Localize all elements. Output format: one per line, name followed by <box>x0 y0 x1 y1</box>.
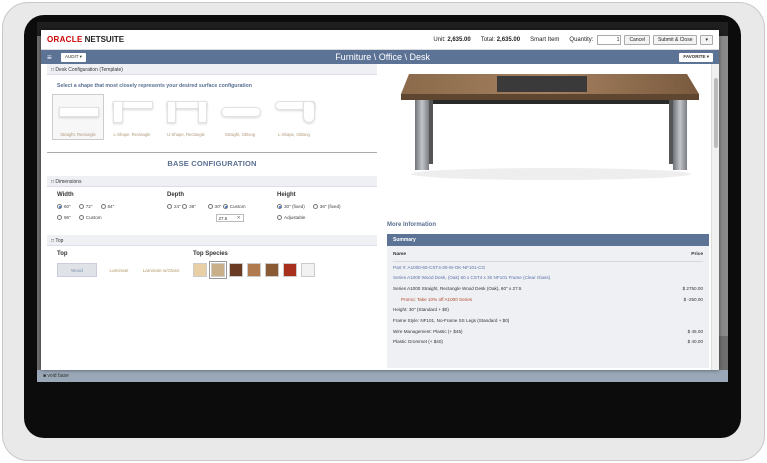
configurator-modal: ORACLE NETSUITE Unit: 2,635.00 Total: 2,… <box>41 30 719 370</box>
depth-custom-input[interactable]: 27.5 ✕ <box>215 214 244 222</box>
swatch-cherry[interactable] <box>247 263 261 277</box>
divider <box>47 152 377 153</box>
depth-group: Depth 24" 36" 30" Custom 27.5 ✕ <box>167 192 246 222</box>
top-laminate-option[interactable]: Laminate <box>99 263 139 277</box>
summary-line-grommet: Plastic Grommet (+ $40) $ 40.00 <box>393 339 703 345</box>
swatch-white[interactable] <box>301 263 315 277</box>
summary-line-part-number: Part #: A1000-60-CST4-30-W-OK-NF101-CG <box>393 264 486 270</box>
width-custom-radio[interactable]: Custom <box>78 215 102 220</box>
modal-content: □ Desk Configuration (Template) Select a… <box>41 64 719 370</box>
width-96-radio[interactable]: 96" <box>57 215 71 220</box>
modal-scrollbar[interactable] <box>711 64 719 370</box>
shape-straight-rectangle[interactable]: Straight, Rectangle <box>52 94 104 140</box>
swatch-maple[interactable] <box>193 263 207 277</box>
summary-columns: Name Price <box>393 250 703 262</box>
desk-product-image <box>387 64 709 214</box>
depth-24-radio[interactable]: 24" <box>167 204 181 209</box>
summary-line-height: Height: 30" (Standard + $0) <box>393 307 449 313</box>
summary-header: Summary <box>387 234 709 246</box>
page-title: Furniture \ Office \ Desk <box>335 52 431 62</box>
top-section-header[interactable]: □ Top <box>47 235 377 246</box>
hamburger-menu-icon[interactable]: ≡ <box>47 53 57 62</box>
audit-button[interactable]: AUDIT ▾ <box>61 52 86 62</box>
shape-l-oblong[interactable]: L-Shape, Oblong <box>268 94 320 140</box>
background-footer: ■ void base <box>37 370 728 382</box>
shape-u-rectangle[interactable]: U-Shape, Rectangle <box>160 94 212 140</box>
favorite-button[interactable]: FAVORITE ▾ <box>679 52 713 62</box>
summary-line-series: Series A1000 Wood Desk, (Oak) 60 x CST4 … <box>393 275 551 281</box>
swatch-walnut[interactable] <box>229 263 243 277</box>
total-price: Total: 2,635.00 <box>480 36 521 43</box>
height-group: Height 30" (fixed) 36" (fixed) Adjustabl… <box>277 192 341 220</box>
width-60-radio[interactable]: 60" <box>57 204 71 209</box>
summary-line-desk: Series A1000 Straight, Rectangle Wood De… <box>393 285 703 291</box>
submit-dropdown-chevron-icon[interactable]: ▾ <box>700 34 713 45</box>
summary-line-promo: Promo: Take 10% off A1000 Series $ -250.0… <box>401 296 703 302</box>
quantity-input[interactable]: 1 <box>597 34 622 45</box>
width-group: Width 60" 72" 84" 96" Custom <box>57 192 115 220</box>
modal-topbar: ORACLE NETSUITE Unit: 2,635.00 Total: 2,… <box>41 30 719 50</box>
shape-straight-oblong[interactable]: Straight, Oblong <box>214 94 266 140</box>
smart-item-label: Smart Item <box>530 36 560 43</box>
summary-panel: Summary Name Price Part #: A1000-60-CST4-… <box>387 234 709 368</box>
height-30-radio[interactable]: 30" (fixed) <box>277 204 305 209</box>
swatch-teak[interactable] <box>265 263 279 277</box>
dimensions-options: Width 60" 72" 84" 96" Custom Depth 24" 3… <box>57 192 377 223</box>
submit-close-button[interactable]: Submit & Close <box>653 34 698 45</box>
height-adjustable-radio[interactable]: Adjustable <box>277 215 305 220</box>
swatch-mahogany[interactable] <box>283 263 297 277</box>
width-72-radio[interactable]: 72" <box>78 204 93 209</box>
species-swatches <box>193 261 315 279</box>
summary-line-wire: Wire Management: Plastic (+ $45) $ 45.00 <box>393 328 703 334</box>
summary-body: Name Price Part #: A1000-60-CST4-30-W-OK-… <box>387 246 709 368</box>
netsuite-logo: ORACLE NETSUITE <box>47 35 125 44</box>
dimensions-section-header[interactable]: □ Dimensions <box>47 176 377 187</box>
height-36-radio[interactable]: 36" (fixed) <box>312 204 341 209</box>
desk-config-section-header[interactable]: □ Desk Configuration (Template) <box>47 64 377 75</box>
preview-panel: More Information Summary Name Price Part … <box>387 64 709 370</box>
clear-icon[interactable]: ✕ <box>237 215 241 221</box>
shape-prompt: Select a shape that most closely represe… <box>57 83 252 89</box>
quantity-label: Quantity: <box>569 36 594 43</box>
shape-l-rectangle[interactable]: L-Shape, Rectangle <box>106 94 158 140</box>
summary-line-frame: Frame Style: NF101, No-Frame SS Legs (St… <box>393 318 510 324</box>
base-config-title: BASE CONFIGURATION <box>167 159 257 168</box>
unit-price: Unit: 2,635.00 <box>433 36 471 43</box>
depth-custom-radio[interactable]: Custom <box>222 204 246 209</box>
width-84-radio[interactable]: 84" <box>100 204 114 209</box>
top-wood-option[interactable]: Wood <box>57 263 97 277</box>
depth-36-radio[interactable]: 36" <box>182 204 196 209</box>
swatch-oak[interactable] <box>209 261 227 279</box>
shape-selector: Straight, Rectangle L-Shape, Rectangle U… <box>52 94 377 140</box>
cancel-button[interactable]: Cancel <box>624 34 651 45</box>
config-panel: □ Desk Configuration (Template) Select a… <box>47 64 377 370</box>
top-laminate-glass-option[interactable]: Laminate w/Glass <box>141 263 181 277</box>
top-options: Top Wood Laminate Laminate w/Glass Top S… <box>57 251 377 279</box>
scrollbar-thumb[interactable] <box>714 78 718 148</box>
more-information-heading: More Information <box>387 222 436 228</box>
depth-30-radio[interactable]: 30" <box>207 204 221 209</box>
screen: ■ void base ORACLE NETSUITE Unit: 2,635.… <box>37 22 728 382</box>
modal-titlebar: ≡ AUDIT ▾ Furniture \ Office \ Desk FAVO… <box>41 50 719 64</box>
